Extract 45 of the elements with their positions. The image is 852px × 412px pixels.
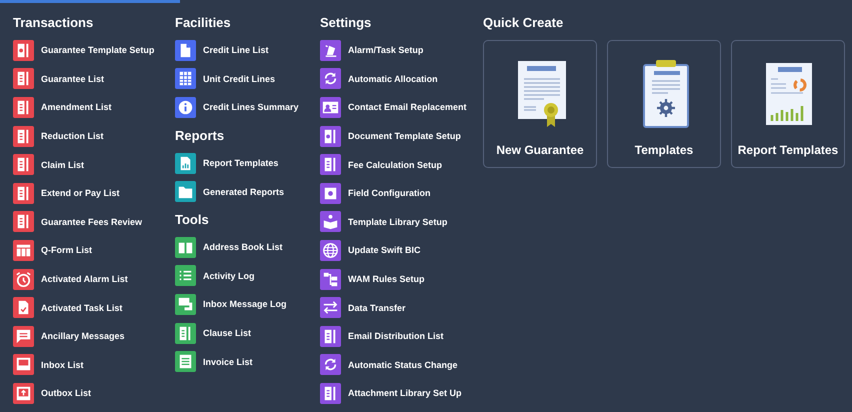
menu-link[interactable]: Credit Line List [175, 36, 269, 65]
menu-link[interactable]: Contact Email Replacement [320, 93, 467, 122]
menu-link[interactable]: Guarantee List [13, 64, 104, 94]
menu-link[interactable]: Report Templates [175, 148, 278, 178]
section-heading: Reports [175, 126, 224, 145]
menu-link[interactable]: Attachment Library Set Up [320, 379, 462, 408]
menu-link[interactable]: Fee Calculation Setup [320, 150, 442, 179]
menu-link[interactable]: Inbox List [13, 350, 84, 380]
menu-link[interactable]: Amendment List [13, 93, 112, 122]
menu-link[interactable]: Generated Reports [175, 177, 284, 206]
menu-link[interactable]: Extend or Pay List [13, 178, 120, 208]
section-heading: Tools [175, 210, 209, 229]
menu-link[interactable]: Guarantee Fees Review [13, 208, 142, 236]
menu-link[interactable]: Template Library Setup [320, 208, 448, 236]
menu-link[interactable]: Document Template Setup [320, 122, 461, 150]
menu-link[interactable]: Claim List [13, 150, 84, 179]
menu-link[interactable]: Activated Alarm List [13, 264, 128, 294]
quick-create-card[interactable]: Templates [607, 40, 721, 168]
menu-link[interactable]: WAM Rules Setup [320, 264, 425, 294]
menu-link[interactable]: Unit Credit Lines [175, 64, 276, 94]
section-heading: Quick Create [483, 14, 564, 32]
menu-link[interactable]: Automatic Allocation [320, 64, 438, 94]
menu-link[interactable]: Outbox List [13, 379, 91, 408]
menu-link[interactable]: Alarm/Task Setup [320, 36, 424, 65]
menu-link[interactable]: Activated Task List [13, 293, 122, 322]
menu-link[interactable]: Email Distribution List [320, 322, 444, 351]
menu-link[interactable]: Address Book List [175, 232, 283, 262]
section-heading: Facilities [175, 14, 231, 32]
menu-link[interactable]: Data Transfer [320, 293, 406, 322]
menu-link[interactable]: Credit Lines Summary [175, 93, 299, 122]
menu-link[interactable]: Invoice List [175, 347, 253, 376]
section-heading: Settings [320, 14, 372, 32]
menu-link[interactable]: Inbox Message Log [175, 290, 287, 319]
menu-link[interactable]: Activity Log [175, 262, 255, 290]
quick-create-card[interactable]: Report Templates [731, 40, 845, 168]
menu-link[interactable]: Ancillary Messages [13, 322, 125, 351]
section-heading: Transactions [13, 14, 94, 32]
menu-link[interactable]: Q-Form List [13, 236, 92, 265]
menu-link[interactable]: Reduction List [13, 122, 104, 150]
menu-link[interactable]: Automatic Status Change [320, 350, 458, 380]
menu-link[interactable]: Update Swift BIC [320, 236, 421, 265]
menu-link[interactable]: Field Configuration [320, 178, 430, 208]
menu-link[interactable]: Guarantee Template Setup [13, 36, 154, 65]
quick-create-card[interactable]: New Guarantee [483, 40, 597, 168]
menu-link[interactable]: Clause List [175, 318, 252, 348]
